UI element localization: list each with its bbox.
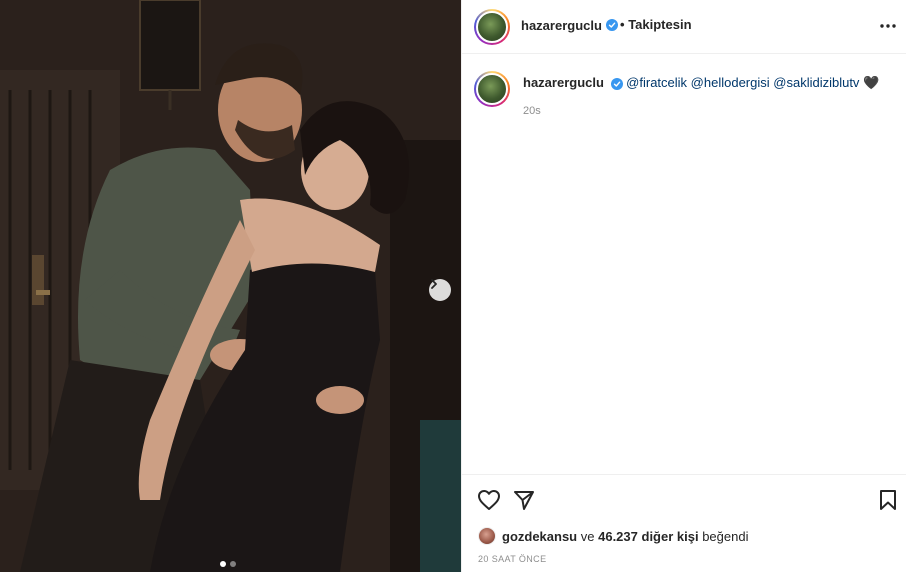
- mention-link[interactable]: @firatcelik: [626, 75, 687, 90]
- carousel-indicator: [220, 561, 236, 567]
- likes-others-text[interactable]: diğer kişi: [642, 529, 699, 544]
- author-avatar[interactable]: [474, 9, 510, 45]
- follow-status[interactable]: • Takiptesin: [620, 17, 692, 32]
- likes-suffix: beğendi: [702, 528, 749, 544]
- verified-badge-icon: [606, 19, 618, 31]
- verified-badge-icon: [610, 77, 623, 90]
- caption-text: hazarerguclu @firatcelik @hellodergisi @…: [523, 75, 903, 91]
- send-icon[interactable]: [513, 489, 535, 511]
- likes-count[interactable]: 46.237: [598, 529, 638, 544]
- mention-link[interactable]: @saklidiziblutv: [773, 75, 859, 90]
- bookmark-icon[interactable]: [879, 489, 897, 511]
- follow-status-label: Takiptesin: [628, 17, 692, 32]
- carousel-dot-active: [220, 561, 226, 567]
- chevron-right-icon: [431, 279, 437, 289]
- post-photo[interactable]: [0, 0, 461, 572]
- separator-dot: •: [620, 17, 625, 32]
- post-side-panel: hazarerguclu • Takiptesin hazarerguclu @…: [461, 0, 906, 572]
- caption-author-avatar[interactable]: [474, 71, 510, 107]
- caption-timestamp[interactable]: 20s: [523, 105, 541, 117]
- photo-illustration: [0, 0, 461, 572]
- first-liker-username[interactable]: gozdekansu: [502, 529, 577, 544]
- post-header: hazarerguclu • Takiptesin: [462, 0, 906, 54]
- carousel-dot: [230, 561, 236, 567]
- caption-username[interactable]: hazarerguclu: [523, 75, 604, 90]
- next-photo-button[interactable]: [429, 279, 451, 301]
- black-heart-emoji: 🖤: [863, 75, 880, 90]
- more-horizontal-icon[interactable]: [878, 18, 898, 34]
- post-timestamp[interactable]: 20 SAAT ÖNCE: [478, 554, 547, 564]
- post-actions: gozdekansu ve 46.237 diğer kişi beğendi …: [462, 474, 906, 572]
- likes-summary[interactable]: gozdekansu ve 46.237 diğer kişi beğendi: [478, 527, 748, 545]
- liker-avatar: [478, 527, 496, 545]
- heart-icon[interactable]: [477, 489, 501, 511]
- mention-link[interactable]: @hellodergisi: [691, 75, 770, 90]
- likes-connector: ve: [580, 528, 595, 544]
- author-username[interactable]: hazarerguclu: [521, 18, 602, 33]
